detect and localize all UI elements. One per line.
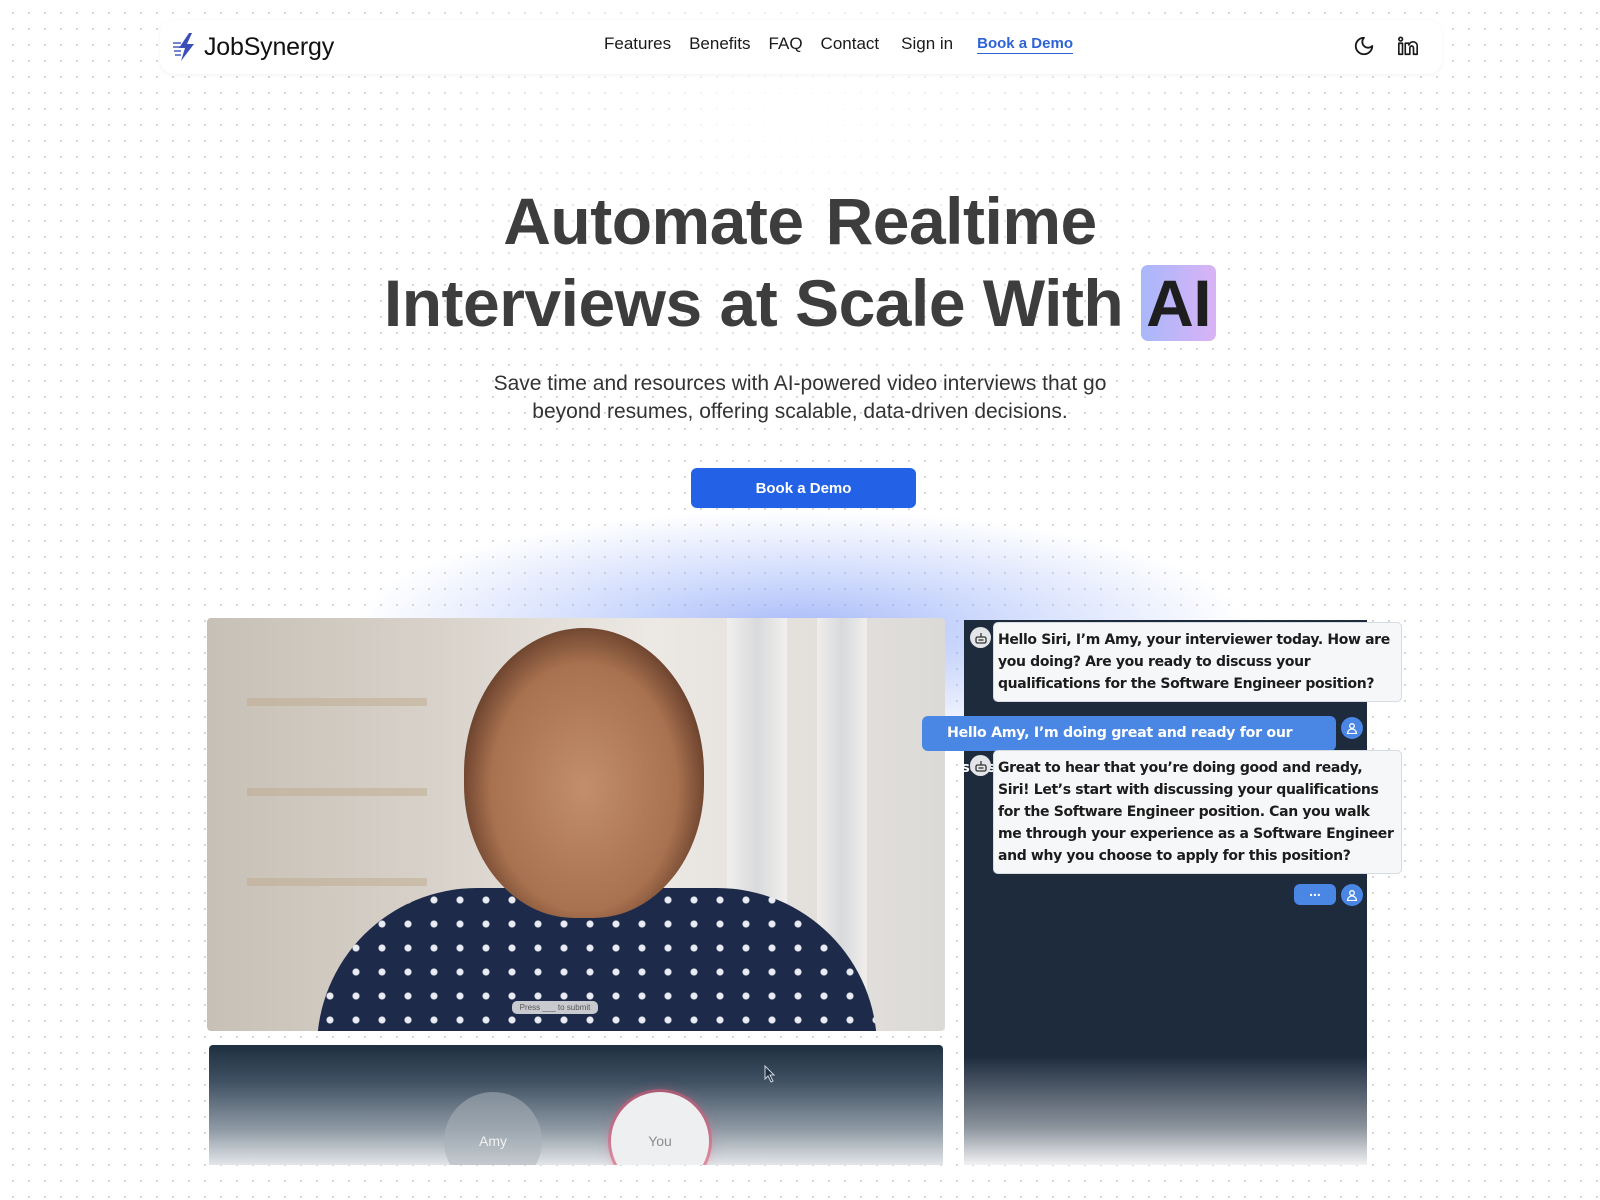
bot-avatar (970, 627, 991, 648)
hero-title-word: Automate (503, 184, 804, 258)
user-icon (1346, 723, 1358, 734)
nav-link-contact[interactable]: Contact (821, 34, 880, 54)
ai-highlight: AI (1141, 265, 1217, 341)
shelf (247, 698, 427, 706)
hero-title: Automate Realtime Interviews at Scale Wit… (0, 180, 1600, 344)
nav-links: Features Benefits FAQ Contact Sign in Bo… (604, 34, 1091, 54)
chat-message-bot: Hello Siri, I’m Amy, your interviewer to… (993, 622, 1402, 702)
robot-icon (974, 632, 987, 644)
user-avatar (1341, 884, 1363, 906)
hero-subtitle: Save time and resources with AI-powered … (0, 370, 1600, 426)
participant-you: You (611, 1092, 709, 1165)
lightning-bolt-icon (173, 33, 194, 61)
nav-link-benefits[interactable]: Benefits (689, 34, 750, 54)
participant-amy: Amy (444, 1092, 542, 1165)
hero-subtitle-line-2: beyond resumes, offering scalable, data-… (532, 400, 1068, 423)
chat-message-user: Hello Amy, I’m doing great and ready for… (922, 716, 1336, 776)
bot-avatar (970, 755, 991, 776)
robot-icon (974, 760, 987, 772)
book-demo-button[interactable]: Book a Demo (691, 468, 916, 508)
brand[interactable]: JobSynergy (172, 32, 334, 62)
call-participants-bar: Amy You (209, 1045, 943, 1165)
typing-indicator: ... (1294, 884, 1336, 905)
hero-title-word: Realtime (825, 184, 1098, 258)
theme-toggle-button[interactable] (1352, 34, 1376, 58)
nav-link-faq[interactable]: FAQ (769, 34, 803, 54)
navbar: JobSynergy Features Benefits FAQ Contact… (160, 20, 1442, 74)
participant-name: Amy (479, 1133, 507, 1149)
nav-icons (1352, 34, 1420, 58)
hero-title-text: Interviews at Scale With (383, 266, 1124, 340)
user-avatar (1341, 717, 1363, 739)
hero-title-line-2: Interviews at Scale With AI (0, 262, 1600, 344)
nav-link-features[interactable]: Features (604, 34, 671, 54)
moon-icon (1354, 36, 1374, 56)
mouse-cursor-icon (764, 1065, 776, 1083)
shelf (247, 878, 427, 886)
linkedin-button[interactable] (1396, 34, 1420, 58)
chat-message-bot: Great to hear that you’re doing good and… (993, 750, 1402, 874)
linkedin-icon (1398, 36, 1419, 56)
participant-name: You (648, 1133, 672, 1149)
nav-link-book-demo[interactable]: Book a Demo (977, 35, 1073, 54)
nav-link-sign-in[interactable]: Sign in (901, 34, 953, 54)
interviewee-head (464, 628, 704, 918)
user-icon (1346, 890, 1358, 901)
shelf (247, 788, 427, 796)
brand-name: JobSynergy (204, 32, 335, 61)
interview-video: Press ___ to submit (207, 618, 945, 1031)
hero-subtitle-line-1: Save time and resources with AI-powered … (493, 372, 1107, 395)
hero-title-line-1: Automate Realtime (0, 180, 1600, 262)
submit-hint: Press ___ to submit (512, 1001, 598, 1014)
